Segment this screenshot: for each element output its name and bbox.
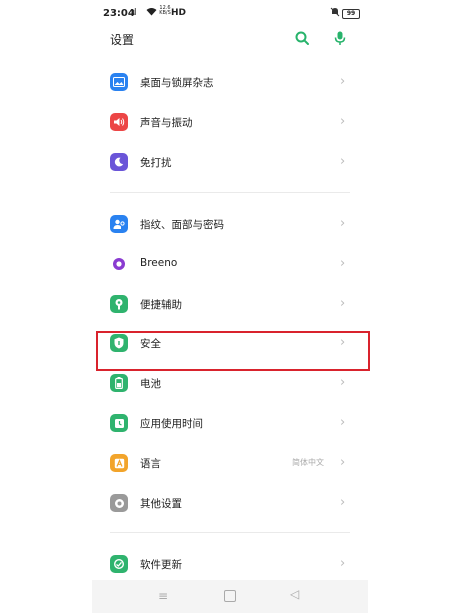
mute-icon (330, 7, 340, 20)
chevron-right-icon: › (340, 216, 346, 231)
signal-icon: ııl (131, 8, 136, 18)
breeno-icon (110, 255, 128, 273)
settings-item-software-update[interactable]: 软件更新 › (92, 544, 368, 584)
settings-item-language[interactable]: 语言 简体中文 › (92, 443, 368, 483)
wifi-icon (146, 7, 157, 19)
chevron-right-icon: › (340, 375, 346, 390)
settings-item-fingerprint[interactable]: 指纹、面部与密码 › (92, 204, 368, 244)
moon-icon (110, 153, 128, 171)
chevron-right-icon: › (340, 296, 346, 311)
battery-indicator: 99 (342, 9, 360, 19)
settings-item-label: 应用使用时间 (140, 418, 203, 430)
person-key-icon (110, 215, 128, 233)
microphone-icon[interactable] (332, 30, 348, 46)
settings-item-label: 语言 (140, 458, 161, 470)
search-icon[interactable] (294, 30, 310, 46)
home-icon[interactable] (224, 590, 236, 602)
speaker-icon (110, 113, 128, 131)
settings-item-label: 免打扰 (140, 157, 172, 169)
more-settings-icon (110, 494, 128, 512)
settings-item-label: 电池 (140, 378, 161, 390)
network-speed-unit: KB/S (159, 10, 171, 16)
settings-item-label: 桌面与锁屏杂志 (140, 77, 214, 89)
settings-item-wallpaper[interactable]: 桌面与锁屏杂志 › (92, 62, 368, 102)
settings-item-breeno[interactable]: Breeno › (92, 244, 368, 284)
menu-icon[interactable]: ≡ (158, 589, 168, 603)
settings-item-label: 声音与振动 (140, 117, 193, 129)
chevron-right-icon: › (340, 154, 346, 169)
settings-item-do-not-disturb[interactable]: 免打扰 › (92, 142, 368, 182)
settings-item-other-settings[interactable]: 其他设置 › (92, 483, 368, 523)
picture-icon (110, 73, 128, 91)
language-icon (110, 454, 128, 472)
hand-icon (110, 295, 128, 313)
security-highlight-box (96, 331, 370, 371)
hd-indicator: HD (171, 8, 187, 18)
settings-item-label: Breeno (140, 257, 178, 269)
navigation-bar: ≡ ◁ (92, 580, 368, 613)
settings-item-label: 指纹、面部与密码 (140, 219, 224, 231)
timer-icon (110, 414, 128, 432)
group-divider (110, 532, 350, 533)
page-title: 设置 (110, 33, 135, 47)
chevron-right-icon: › (340, 114, 346, 129)
language-value: 简体中文 (292, 458, 324, 467)
settings-item-accessibility[interactable]: 便捷辅助 › (92, 284, 368, 324)
back-icon[interactable]: ◁ (290, 587, 299, 601)
chevron-right-icon: › (340, 74, 346, 89)
chevron-right-icon: › (340, 556, 346, 571)
settings-item-sound[interactable]: 声音与振动 › (92, 102, 368, 142)
settings-item-label: 其他设置 (140, 498, 182, 510)
network-speed: 12.6 KB/S (159, 6, 171, 16)
update-icon (110, 555, 128, 573)
settings-screen: 23:04 ııl 12.6 KB/S HD 99 设置 桌面与锁屏杂志 › 声… (92, 0, 368, 613)
settings-item-label: 便捷辅助 (140, 299, 182, 311)
group-divider (110, 192, 350, 193)
header: 设置 (92, 28, 368, 52)
settings-item-label: 软件更新 (140, 559, 182, 571)
chevron-right-icon: › (340, 256, 346, 271)
chevron-right-icon: › (340, 415, 346, 430)
chevron-right-icon: › (340, 495, 346, 510)
chevron-right-icon: › (340, 455, 346, 470)
battery-icon (110, 374, 128, 392)
settings-item-app-usage-time[interactable]: 应用使用时间 › (92, 403, 368, 443)
status-bar: 23:04 ııl 12.6 KB/S HD 99 (92, 0, 368, 28)
